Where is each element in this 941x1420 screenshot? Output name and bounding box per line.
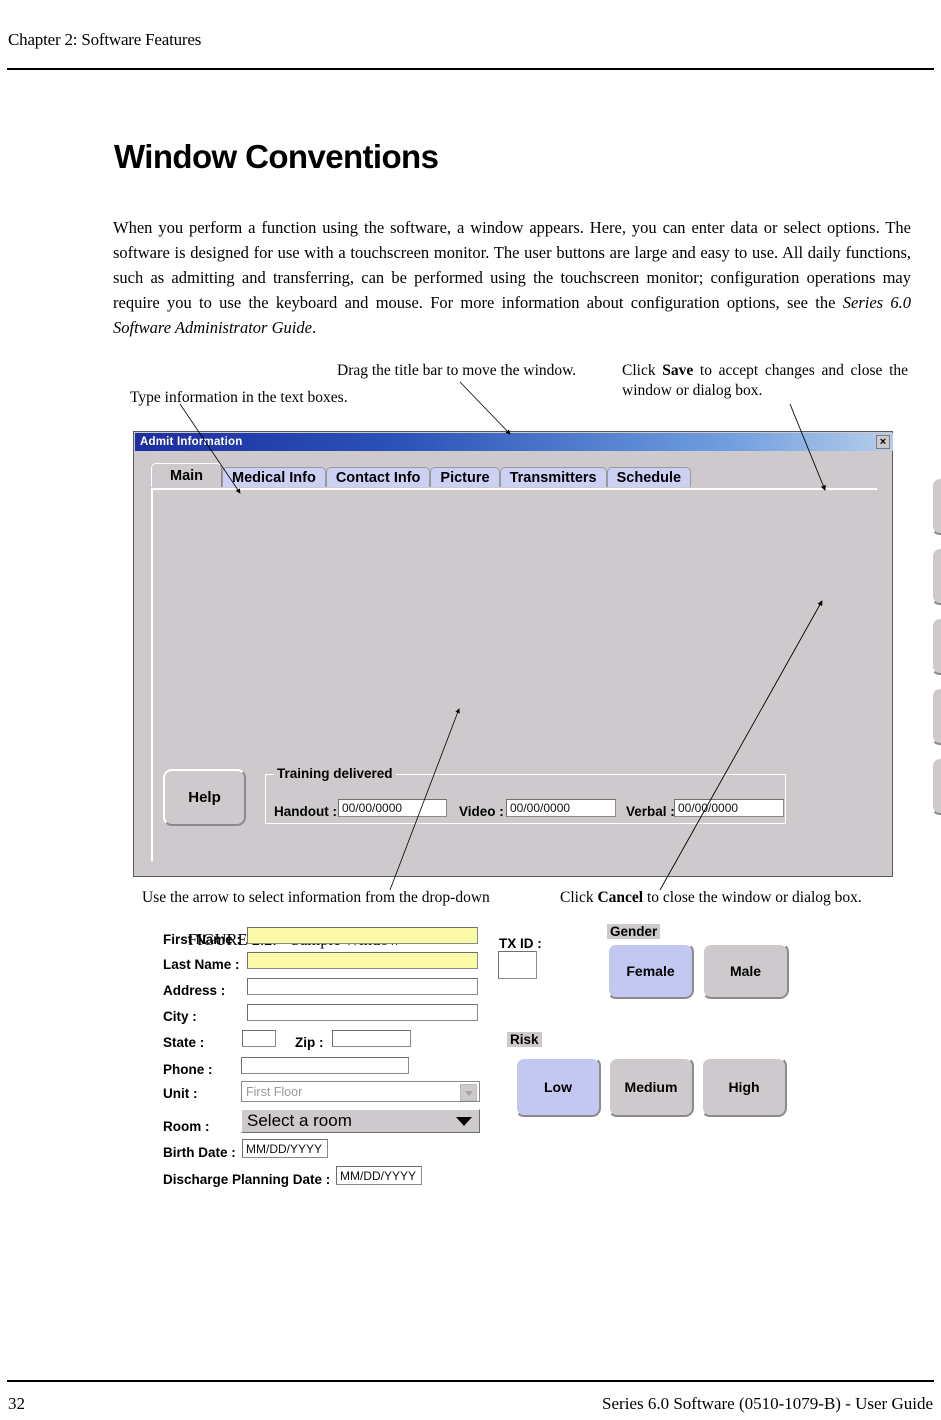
callout-save-lead: Click xyxy=(622,362,663,379)
address-input[interactable] xyxy=(247,978,478,995)
review-response-button[interactable]: Review Response xyxy=(931,757,941,815)
callout-save-button: Click Save to accept changes and close t… xyxy=(622,361,908,401)
tab-schedule[interactable]: Schedule xyxy=(606,467,692,487)
state-label: State : xyxy=(163,1035,205,1050)
risk-option-high[interactable]: High xyxy=(701,1057,787,1117)
page-title: Window Conventions xyxy=(114,138,439,175)
zip-label: Zip : xyxy=(295,1035,324,1050)
footer-divider xyxy=(7,1380,934,1382)
paragraph-text-part1: When you perform a function using the so… xyxy=(113,218,911,312)
callout-save-keyword: Save xyxy=(662,362,694,379)
tab-medical-info[interactable]: Medical Info xyxy=(222,467,326,487)
tx-id-label: TX ID : xyxy=(499,936,542,951)
gender-option-female[interactable]: Female xyxy=(607,943,694,999)
city-input[interactable] xyxy=(247,1004,478,1021)
discharge-date-label: Discharge Planning Date : xyxy=(163,1172,331,1187)
first-name-label: First Name : xyxy=(163,932,242,947)
phone-label: Phone : xyxy=(163,1062,213,1077)
leader-line-drag-title xyxy=(459,381,511,435)
verbal-label: Verbal : xyxy=(626,804,675,819)
room-dropdown-value: Select a room xyxy=(247,1111,352,1130)
video-label: Video : xyxy=(459,804,504,819)
window-title: Admit Information xyxy=(140,436,243,448)
body-paragraph: When you perform a function using the so… xyxy=(113,215,911,340)
phone-input[interactable] xyxy=(241,1057,409,1074)
birth-date-label: Birth Date : xyxy=(163,1145,236,1160)
cancel-button[interactable]: Cancel xyxy=(931,547,941,605)
callout-cancel-button: Click Cancel to close the window or dial… xyxy=(560,888,862,908)
window-title-bar[interactable]: Admit Information × xyxy=(135,433,893,451)
callout-drag-title-bar: Drag the title bar to move the window. xyxy=(337,362,577,379)
review-info-button[interactable]: Review Info xyxy=(931,617,941,675)
callout-cancel-keyword: Cancel xyxy=(597,889,644,906)
header-divider xyxy=(7,68,934,70)
first-name-input[interactable] xyxy=(247,927,478,944)
callout-cancel-rest: to close the window or dialog box. xyxy=(643,889,862,906)
city-label: City : xyxy=(163,1009,197,1024)
callout-dropdown-arrow: Use the arrow to select information from… xyxy=(142,889,490,906)
tab-strip: Main Medical Info Contact Info Picture T… xyxy=(151,463,692,487)
training-group-label: Training delivered xyxy=(274,766,396,781)
last-name-label: Last Name : xyxy=(163,957,240,972)
tx-id-input[interactable] xyxy=(498,951,537,979)
gender-option-male[interactable]: Male xyxy=(702,943,789,999)
video-input[interactable]: 00/00/0000 xyxy=(506,799,616,817)
tab-main[interactable]: Main xyxy=(151,463,223,487)
callout-type-information: Type information in the text boxes. xyxy=(130,389,348,406)
unit-label: Unit : xyxy=(163,1086,198,1101)
unit-dropdown[interactable]: First Floor xyxy=(241,1081,480,1102)
risk-option-medium[interactable]: Medium xyxy=(608,1057,694,1117)
chevron-down-icon xyxy=(460,1084,477,1101)
birth-date-input[interactable]: MM/DD/YYYY xyxy=(242,1139,328,1158)
footer-guide-title: Series 6.0 Software (0510-1079-B) - User… xyxy=(602,1394,933,1413)
page-number: 32 xyxy=(8,1394,25,1413)
state-input[interactable] xyxy=(242,1030,276,1047)
room-label: Room : xyxy=(163,1119,210,1134)
gender-group-label: Gender xyxy=(607,924,661,939)
help-button[interactable]: Help xyxy=(163,769,246,826)
callout-cancel-lead: Click xyxy=(560,889,598,906)
handout-label: Handout : xyxy=(274,804,337,819)
tab-picture[interactable]: Picture xyxy=(430,467,500,487)
address-label: Address : xyxy=(163,983,226,998)
discharge-date-input[interactable]: MM/DD/YYYY xyxy=(336,1166,422,1185)
zip-input[interactable] xyxy=(332,1030,411,1047)
chevron-down-icon xyxy=(456,1117,472,1126)
close-icon[interactable]: × xyxy=(876,435,890,449)
page-header: Chapter 2: Software Features xyxy=(8,30,202,49)
unit-dropdown-value: First Floor xyxy=(246,1084,303,1099)
room-dropdown[interactable]: Select a room xyxy=(241,1109,480,1133)
save-button[interactable]: Save xyxy=(931,477,941,535)
admit-information-window: Admit Information × Main Medical Info Co… xyxy=(133,431,941,1187)
handout-input[interactable]: 00/00/0000 xyxy=(338,799,447,817)
last-name-input[interactable] xyxy=(247,952,478,969)
verbal-input[interactable]: 00/00/0000 xyxy=(674,799,784,817)
paragraph-text-part2: . xyxy=(311,318,317,337)
tab-contact-info[interactable]: Contact Info xyxy=(325,467,431,487)
tab-transmitters[interactable]: Transmitters xyxy=(499,467,607,487)
risk-option-low[interactable]: Low xyxy=(515,1057,601,1117)
review-activity-button[interactable]: Review Activity xyxy=(931,687,941,745)
risk-group-label: Risk xyxy=(507,1032,542,1047)
